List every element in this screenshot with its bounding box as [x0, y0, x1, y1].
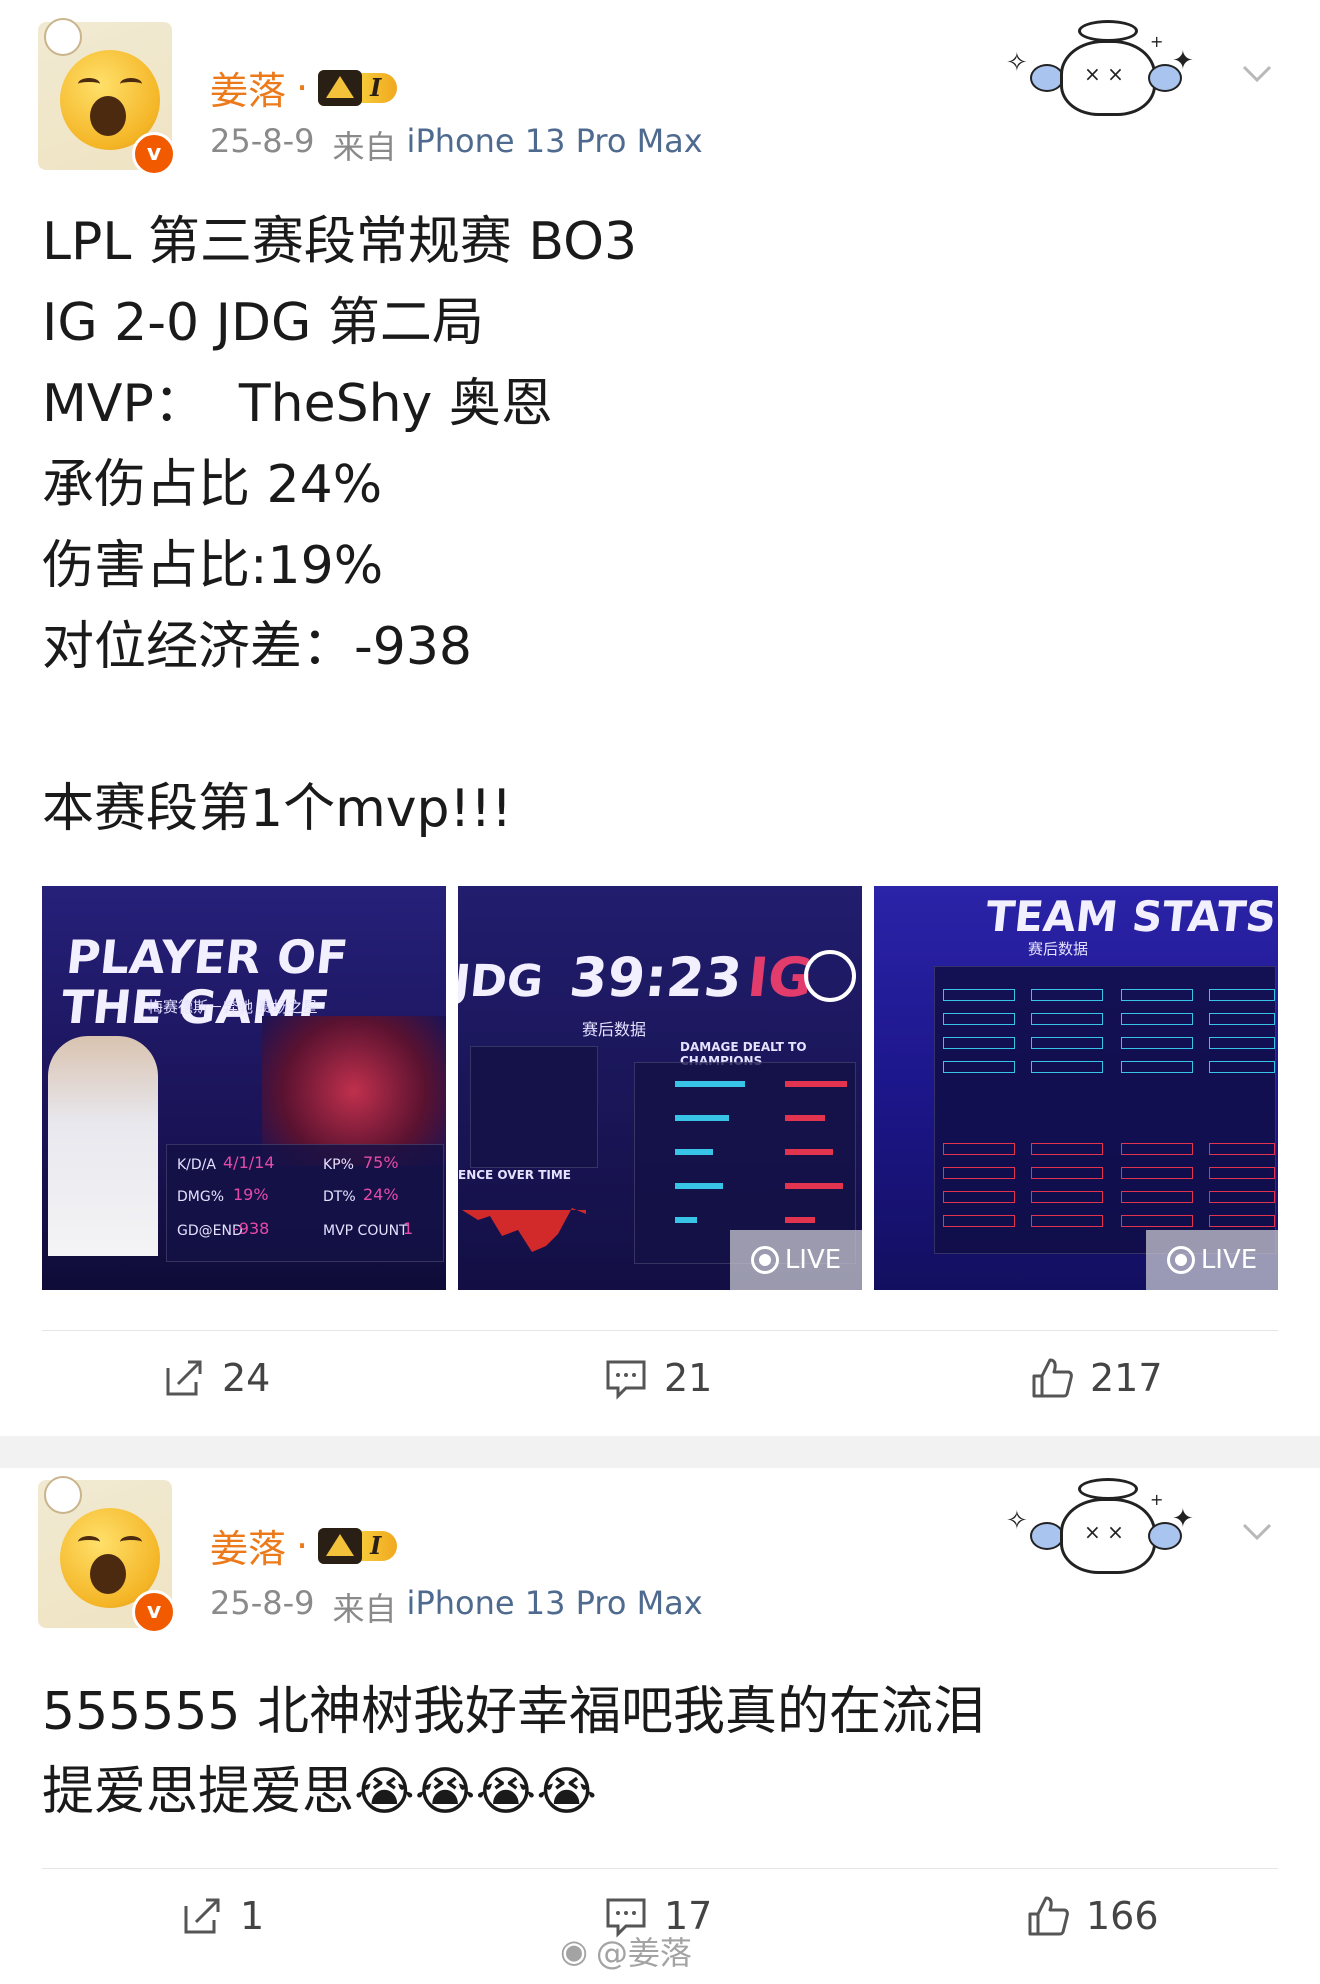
device-name[interactable]: iPhone 13 Pro Max: [407, 1584, 703, 1630]
stats-panel: K/D/A 4/1/14 KP% 75% DMG% 19% DT% 24% GD…: [166, 1144, 444, 1262]
image-grid: PLAYER OF THE GAME 梅赛德斯－奔驰 赛场之星 K/D/A 4/…: [42, 886, 1278, 1290]
dt-value: 24%: [363, 1185, 399, 1204]
watermark: ◉ @姜落: [560, 1932, 692, 1972]
image-match-stats[interactable]: JDG 39:23 赛后数据 IG DAMAGE DEALT TO CHAMPI…: [458, 886, 862, 1290]
weibo-logo-icon: ◉: [560, 1932, 588, 1970]
chart-label: ENCE OVER TIME: [458, 1168, 571, 1182]
plus-icon: +: [1150, 32, 1164, 51]
kda-value: 4/1/14: [223, 1153, 275, 1172]
ig-logo-icon: [804, 950, 856, 1002]
crown-icon: [318, 1527, 363, 1564]
divider: [42, 1868, 1278, 1869]
sparkle-icon: ✧: [1006, 48, 1028, 78]
chevron-down-icon[interactable]: [1240, 56, 1274, 90]
timeline-panel: [470, 1046, 598, 1168]
bunny-sticker-icon: [44, 1476, 82, 1514]
vip-level: I: [356, 72, 398, 103]
dmg-value: 19%: [233, 1185, 269, 1204]
vip-badge[interactable]: I: [318, 1527, 398, 1564]
gd-value: -938: [233, 1219, 270, 1238]
share-count: 24: [222, 1356, 271, 1400]
thumbs-up-icon: [1032, 1358, 1073, 1398]
like-button[interactable]: 217: [1030, 1356, 1163, 1400]
image-team-stats[interactable]: TEAM STATS 赛后数据 LIVE: [874, 886, 1278, 1290]
live-icon: [750, 1246, 779, 1274]
like-count: 166: [1086, 1894, 1159, 1938]
comment-button[interactable]: 21: [604, 1356, 712, 1400]
image-subtitle: 赛后数据: [1028, 940, 1089, 958]
username[interactable]: 姜落: [210, 1518, 286, 1573]
avatar[interactable]: v: [38, 1476, 176, 1634]
kp-value: 75%: [363, 1153, 399, 1172]
share-count: 1: [240, 1894, 265, 1938]
post-line: 本赛段第1个mvp!!!: [42, 779, 513, 839]
verified-badge-icon: v: [132, 1590, 176, 1634]
live-badge: LIVE: [730, 1230, 862, 1290]
gold-graph: [462, 1186, 592, 1262]
post-line: MVP： TheShy 奥恩: [42, 374, 553, 434]
angel-ghost-sticker[interactable]: ✧ ✦ + × ×: [1000, 1472, 1200, 1582]
device-name[interactable]: iPhone 13 Pro Max: [407, 122, 703, 168]
left-team: JDG: [458, 956, 546, 1007]
live-icon: [1166, 1246, 1195, 1274]
live-badge: LIVE: [1146, 1230, 1278, 1290]
like-button[interactable]: 166: [1026, 1894, 1159, 1938]
username[interactable]: 姜落: [210, 60, 286, 115]
comment-icon: [606, 1360, 646, 1400]
post-line: [42, 688, 637, 769]
like-count: 217: [1090, 1356, 1163, 1400]
source-prefix: 来自: [332, 1590, 397, 1628]
score-subtitle: 赛后数据: [582, 1020, 647, 1039]
bunny-sticker-icon: [44, 18, 82, 56]
post-date: 25-8-9: [210, 1584, 315, 1622]
vip-badge[interactable]: I: [318, 69, 398, 106]
comment-count: 21: [664, 1356, 713, 1400]
image-title: TEAM STATS: [983, 892, 1278, 941]
post-line: 伤害占比:19%: [42, 536, 384, 596]
image-player-of-the-game[interactable]: PLAYER OF THE GAME 梅赛德斯－奔驰 赛场之星 K/D/A 4/…: [42, 886, 446, 1290]
angel-ghost-sticker[interactable]: ✧ ✦ + × ×: [1000, 14, 1200, 124]
name-separator: ·: [296, 1523, 309, 1568]
post-line: 对位经济差：-938: [42, 617, 473, 677]
share-icon: [184, 1898, 220, 1934]
divider: [42, 1330, 1278, 1331]
mvp-count-value: 1: [403, 1219, 414, 1238]
avatar[interactable]: v: [38, 18, 176, 176]
thumbs-up-icon: [1028, 1896, 1069, 1936]
sparkle-icon: ✧: [1006, 1506, 1028, 1536]
score: 39:23: [566, 946, 746, 1009]
crown-icon: [318, 69, 363, 106]
post-separator: [0, 1436, 1320, 1468]
verified-badge-icon: v: [132, 132, 176, 176]
action-bar: 24 21 217: [0, 1342, 1320, 1422]
post-line: 555555 北神树我好幸福吧我真的在流泪: [42, 1682, 986, 1742]
plus-icon: +: [1150, 1490, 1164, 1509]
source-prefix: 来自: [332, 128, 397, 166]
team-stats-table: [934, 966, 1276, 1254]
post-content: 555555 北神树我好幸福吧我真的在流泪 提爱思提爱思😭😭😭😭: [42, 1672, 985, 1832]
weibo-post: v 姜落 · I 25-8-9 来自 iPhone 13 Pro Max ✧ ✦…: [0, 0, 1320, 1436]
post-date: 25-8-9: [210, 122, 315, 160]
post-line: 提爱思提爱思😭😭😭😭: [42, 1762, 598, 1822]
image-subtitle: 梅赛德斯－奔驰 赛场之星: [148, 998, 318, 1016]
share-button[interactable]: 1: [180, 1894, 264, 1938]
share-button[interactable]: 24: [162, 1356, 270, 1400]
share-icon: [166, 1360, 202, 1396]
chevron-down-icon[interactable]: [1240, 1514, 1274, 1548]
player-photo: [48, 1036, 158, 1256]
post-line: IG 2-0 JDG 第二局: [42, 293, 484, 353]
name-separator: ·: [296, 65, 309, 110]
post-line: LPL 第三赛段常规赛 BO3: [42, 212, 638, 272]
vip-level: I: [356, 1530, 398, 1561]
weibo-post: v 姜落 · I 25-8-9 来自 iPhone 13 Pro Max ✧ ✦…: [0, 1468, 1320, 1984]
post-line: 承伤占比 24%: [42, 455, 383, 515]
post-content: LPL 第三赛段常规赛 BO3 IG 2-0 JDG 第二局 MVP： TheS…: [42, 202, 637, 850]
